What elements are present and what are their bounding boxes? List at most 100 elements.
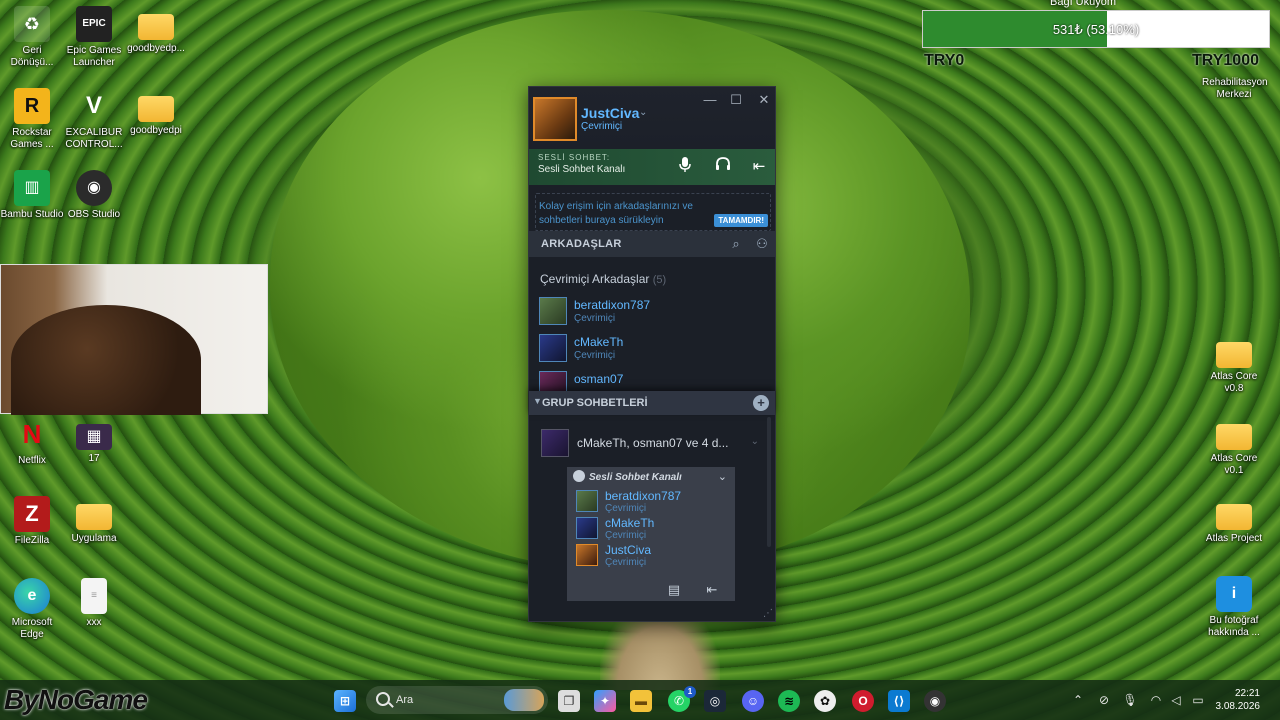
chatgpt-icon[interactable]: ✿ <box>814 690 836 712</box>
desktop-icon-uygulama[interactable]: Uygulama <box>62 496 126 545</box>
desktop-icon-label: goodbyedpi <box>130 125 182 136</box>
desktop-icon-label: Rockstar Games ... <box>10 127 54 150</box>
chevron-down-icon[interactable]: ⌄ <box>751 436 759 447</box>
desktop-icon-label: FileZilla <box>14 535 50 546</box>
whatsapp-badge: 1 <box>684 686 696 698</box>
drag-hint-text: Kolay erişim için arkadaşlarınızı ve soh… <box>539 201 693 226</box>
desktop-icon-bambu-studio[interactable]: ▥ Bambu Studio <box>0 170 64 221</box>
friends-header-label: ARKADAŞLAR <box>541 238 622 250</box>
steam-icon[interactable]: ◎ <box>704 690 726 712</box>
desktop-icon-xxx[interactable]: ≡ xxx <box>62 578 126 629</box>
webcam-person <box>11 305 201 415</box>
folder-icon <box>1216 504 1252 530</box>
desktop-icon-rehabilitasyon[interactable]: Rehabilitasyon Merkezi <box>1202 40 1268 101</box>
friend-name: osman07 <box>574 372 624 386</box>
friend-row[interactable]: beratdixon787 Çevrimiçi <box>537 295 767 327</box>
file-explorer-icon[interactable]: ▬ <box>630 690 652 712</box>
voice-member-name: cMakeTh <box>605 516 655 530</box>
folder-icon <box>138 14 174 40</box>
voice-member-row[interactable]: beratdixon787 Çevrimiçi <box>575 489 725 515</box>
taskbar-clock[interactable]: 22:21 3.08.2026 <box>1216 687 1261 713</box>
voice-chat-bar[interactable]: SESLİ SOHBET: Sesli Sohbet Kanalı ⇤ <box>529 149 775 185</box>
voice-channel-title: Sesli Sohbet Kanalı <box>589 472 682 483</box>
battery-icon[interactable]: ▭ <box>1190 692 1206 708</box>
resize-grip-icon[interactable]: ⋰ <box>763 608 773 619</box>
task-view-icon[interactable]: ❐ <box>558 690 580 712</box>
user-name[interactable]: JustCiva <box>581 105 639 121</box>
maximize-button[interactable]: ☐ <box>727 91 745 109</box>
show-hidden-icons-icon[interactable]: ⌃ <box>1070 692 1086 708</box>
voice-member-row[interactable]: cMakeTh Çevrimiçi <box>575 516 725 542</box>
friend-name: cMakeTh <box>574 335 624 349</box>
desktop-icon-label: OBS Studio <box>67 209 121 220</box>
voice-channel-name: Sesli Sohbet Kanalı <box>538 164 626 175</box>
desktop-icon-netflix[interactable]: N Netflix <box>0 416 64 467</box>
film-icon: ▦ <box>76 424 112 450</box>
desktop-icon-label: Bu fotoğraf hakkında ... <box>1208 615 1260 638</box>
user-avatar[interactable] <box>533 97 577 141</box>
folder-icon <box>138 96 174 122</box>
scrollbar[interactable] <box>767 417 771 547</box>
voice-channel-header[interactable]: Sesli Sohbet Kanalı <box>573 470 682 483</box>
chevron-down-icon[interactable]: ⌄ <box>639 107 647 118</box>
desktop-icon-goodbyedp[interactable]: goodbyedp... <box>124 6 188 55</box>
desktop-icon-edge[interactable]: e Microsoft Edge <box>0 578 64 641</box>
voice-channel-panel: Sesli Sohbet Kanalı ⌄ beratdixon787 Çevr… <box>567 467 735 601</box>
microphone-icon[interactable] <box>675 157 695 177</box>
close-button[interactable]: ✕ <box>755 91 773 109</box>
headphones-icon[interactable] <box>713 157 733 177</box>
dismiss-hint-button[interactable]: TAMAMDIR! <box>714 214 768 227</box>
desktop-icon-label: Atlas Project <box>1205 533 1263 544</box>
desktop-icon-17[interactable]: ▦ 17 <box>62 424 126 465</box>
desktop-icon-label: 17 <box>88 453 100 464</box>
chevron-down-icon[interactable]: ⌄ <box>718 470 727 483</box>
desktop-icon-epic-games[interactable]: EPIC Epic Games Launcher <box>62 6 126 69</box>
friend-row[interactable]: osman07 <box>537 369 767 391</box>
desktop-icon-rockstar[interactable]: R Rockstar Games ... <box>0 88 64 151</box>
clock-time: 22:21 <box>1234 688 1260 699</box>
desktop-icon-atlas-core-01[interactable]: Atlas Core v0.1 <box>1202 416 1266 477</box>
volume-icon[interactable]: ◁ <box>1168 692 1184 708</box>
spotify-icon[interactable]: ≋ <box>778 690 800 712</box>
taskbar-search[interactable]: Ara <box>366 686 548 714</box>
steam-user-header: JustCiva ⌄ Çevrimiçi — ☐ ✕ <box>529 87 775 149</box>
desktop-icon-goodbyedpi[interactable]: goodbyedpi <box>124 88 188 137</box>
discord-icon[interactable]: ☺ <box>742 690 764 712</box>
network-off-icon[interactable]: ⊘ <box>1096 692 1112 708</box>
desktop-icon-obs-studio[interactable]: ◉ OBS Studio <box>62 170 126 221</box>
desktop-icon-recycle-bin[interactable]: ♻ Geri Dönüşü... <box>0 6 64 69</box>
user-status: Çevrimiçi <box>581 121 623 132</box>
search-icon[interactable]: ⌕ <box>727 235 745 253</box>
clock-date: 3.08.2026 <box>1215 701 1261 712</box>
edge-icon: e <box>14 578 50 614</box>
vscode-icon[interactable]: ⟨⟩ <box>888 690 910 712</box>
desktop-icon-photo-info[interactable]: i Bu fotoğraf hakkında ... <box>1202 576 1266 639</box>
opera-icon[interactable]: O <box>852 690 874 712</box>
donation-amount: 531₺ (53.10%) <box>1052 22 1140 37</box>
microphone-tray-icon[interactable]: 🎙 <box>1122 692 1138 708</box>
group-chat-row[interactable]: cMakeTh, osman07 ve 4 d... ⌄ <box>537 427 763 459</box>
desktop-icon-atlas-core-08[interactable]: Atlas Core v0.8 <box>1202 334 1266 395</box>
friend-row[interactable]: cMakeTh Çevrimiçi <box>537 332 767 364</box>
desktop-icon-excalibur[interactable]: V EXCALIBUR CONTROL... <box>62 88 126 151</box>
minimize-button[interactable]: — <box>701 91 719 109</box>
copilot-icon[interactable]: ✦ <box>594 690 616 712</box>
windows-start-icon[interactable]: ⊞ <box>334 690 356 712</box>
add-group-icon[interactable]: + <box>753 395 769 411</box>
desktop-icon-atlas-project[interactable]: Atlas Project <box>1202 496 1266 545</box>
voice-member-row[interactable]: JustCiva Çevrimiçi <box>575 543 725 569</box>
desktop-icon-filezilla[interactable]: Z FileZilla <box>0 496 64 547</box>
widgets-icon[interactable] <box>504 689 544 711</box>
online-friends-header[interactable]: Çevrimiçi Arkadaşlar (5) <box>540 272 666 286</box>
desktop-icon-label: Atlas Core v0.1 <box>1210 453 1258 476</box>
obs-taskbar-icon[interactable]: ◉ <box>924 690 946 712</box>
drag-hint-box: Kolay erişim için arkadaşlarınızı ve soh… <box>535 193 771 231</box>
leave-channel-icon[interactable]: ⇤ <box>701 581 723 599</box>
leave-voice-icon[interactable]: ⇤ <box>749 157 769 177</box>
voice-channel-icon <box>573 470 585 482</box>
wifi-icon[interactable]: ◠ <box>1148 692 1164 708</box>
channel-settings-icon[interactable]: ▤ <box>663 581 685 599</box>
add-friend-icon[interactable]: ⚇ <box>753 235 771 253</box>
epic-games-icon: EPIC <box>76 6 112 42</box>
group-chats-header[interactable]: ▼ GRUP SOHBETLERİ + <box>529 391 775 415</box>
